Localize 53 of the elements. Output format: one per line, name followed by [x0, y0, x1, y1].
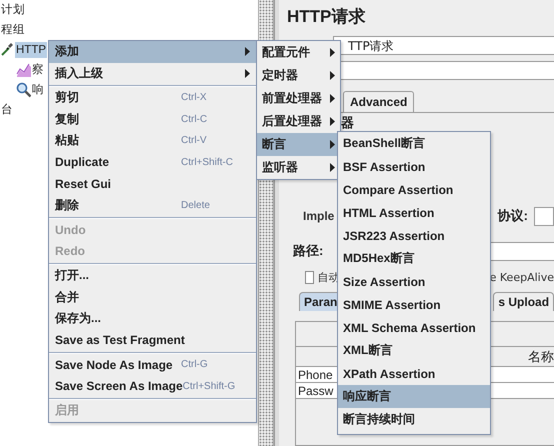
tree-item[interactable]: 响: [31, 82, 45, 98]
tree-item[interactable]: 程组: [0, 22, 26, 38]
menu-item[interactable]: 保存为...: [49, 308, 256, 330]
field-label: 协议:: [498, 207, 528, 225]
menu-item[interactable]: Save Node As Image Ctrl-G: [49, 354, 256, 376]
field-label: 路径:: [293, 242, 324, 260]
protocol-field[interactable]: [534, 206, 554, 226]
menu-item[interactable]: 复制 Ctrl-C: [49, 108, 256, 130]
name-field[interactable]: TTP请求: [333, 36, 554, 54]
menu-item[interactable]: 合并: [49, 286, 256, 308]
table-cell-text: Phone: [297, 368, 333, 382]
field-label: Imple: [303, 209, 334, 223]
group-title: 器: [341, 115, 354, 132]
menu-item[interactable]: 后置处理器: [257, 110, 340, 133]
checkbox[interactable]: [305, 270, 314, 284]
menu-item[interactable]: 前置处理器: [257, 87, 340, 110]
tab[interactable]: Advanced: [343, 91, 414, 112]
table-cell-text: Passw: [297, 384, 334, 398]
menu-item[interactable]: 粘贴 Ctrl-V: [49, 130, 256, 152]
menu-item[interactable]: BeanShell断言: [338, 132, 490, 155]
menu-item[interactable]: HTML Assertion: [338, 201, 490, 224]
menu-item[interactable]: 剪切 Ctrl-X: [49, 87, 256, 108]
panel-title: HTTP请求: [286, 6, 366, 28]
menu-item[interactable]: Duplicate Ctrl+Shift-C: [49, 152, 256, 173]
menu-item[interactable]: XML断言: [338, 339, 490, 362]
menu-item[interactable]: 删除 Delete: [49, 194, 256, 216]
tree-item[interactable]: HTTP: [15, 42, 48, 58]
menu-item[interactable]: 插入上级: [49, 62, 256, 84]
menu-item[interactable]: 打开...: [49, 265, 256, 286]
tab[interactable]: s Upload: [493, 292, 554, 311]
menu-item[interactable]: 添加: [49, 41, 256, 62]
menu-item[interactable]: BSF Assertion: [338, 155, 490, 178]
tree-item[interactable]: 台: [0, 102, 14, 118]
column-header: 名称: [528, 348, 554, 366]
menu-item[interactable]: Save as Test Fragment: [49, 330, 256, 351]
menu-item[interactable]: XML Schema Assertion: [338, 316, 490, 339]
tree-item[interactable]: 察: [31, 62, 45, 78]
menu-item[interactable]: Compare Assertion: [338, 178, 490, 201]
tree-item[interactable]: 计划: [0, 2, 26, 18]
menu-item[interactable]: 断言: [257, 133, 340, 156]
magnifier-icon: [16, 82, 31, 98]
menu-item[interactable]: Size Assertion: [338, 270, 490, 293]
menu-item[interactable]: Save Screen As ImageCtrl+Shift-G: [49, 376, 256, 397]
menu-item[interactable]: 断言持续时间: [338, 408, 490, 431]
menu-item[interactable]: 定时器: [257, 64, 340, 87]
chart-icon: [16, 62, 31, 78]
menu-item[interactable]: MD5Hex断言: [338, 247, 490, 270]
menu-item[interactable]: JSR223 Assertion: [338, 224, 490, 247]
menu-item[interactable]: 响应断言: [338, 385, 490, 408]
menu-item[interactable]: 监听器: [257, 156, 340, 179]
menu-item[interactable]: Reset Gui: [49, 173, 256, 194]
menu-item[interactable]: XPath Assertion: [338, 362, 490, 385]
pipette-icon: [0, 42, 15, 58]
